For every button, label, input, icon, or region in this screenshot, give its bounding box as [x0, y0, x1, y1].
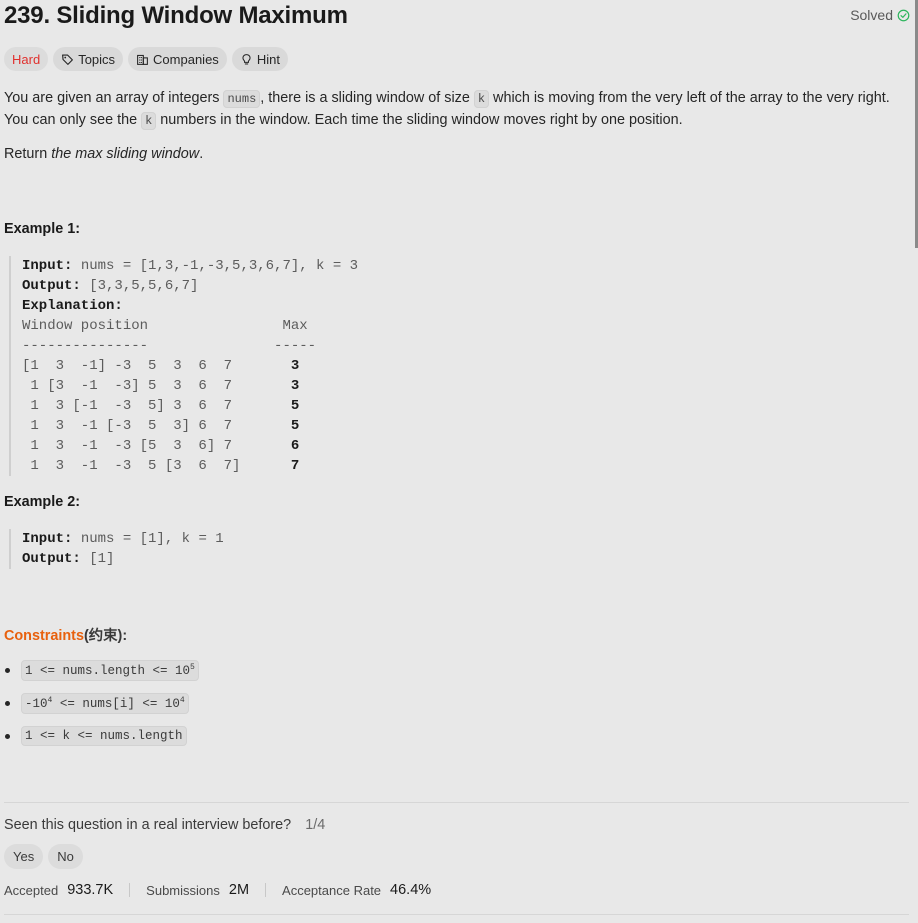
interview-fraction: 1/4 [305, 817, 326, 833]
companies-label: Companies [153, 51, 219, 67]
example-2-block: Input: nums = [1], k = 1 Output: [1] [9, 529, 224, 569]
difficulty-label: Hard [12, 51, 41, 67]
bullet [5, 668, 10, 674]
difficulty-badge: Hard [4, 47, 49, 71]
yes-button[interactable]: Yes [4, 844, 44, 869]
example-1-block: Input: nums = [1,3,-1,-3,5,3,6,7], k = 3… [9, 256, 358, 476]
hint-button[interactable]: Hint [231, 47, 288, 71]
window-row: 1 [3 -1 -3] 5 3 6 7 [22, 378, 233, 394]
accepted-label: Accepted [4, 882, 59, 898]
accepted-value: 933.7K [67, 882, 114, 898]
inline-code-k: k [141, 112, 157, 130]
lightbulb-icon [242, 53, 251, 64]
constraint-code: 1 <= nums.length <= 105 [21, 660, 199, 682]
problem-statement: You are given an array of integers nums,… [4, 88, 909, 132]
window-max: 7 [290, 458, 300, 474]
window-max: 6 [290, 438, 300, 454]
acceptance-rate-label: Acceptance Rate [282, 882, 382, 898]
check-circle-icon [897, 9, 910, 21]
interview-question-text: Seen this question in a real interview b… [4, 817, 292, 833]
tag-bar: Hard Topics Companies Hint [4, 47, 288, 71]
input-value: nums = [1], k = 1 [72, 531, 224, 547]
divider [4, 914, 909, 915]
topics-button[interactable]: Topics [53, 47, 124, 71]
constraint-code: 1 <= k <= nums.length [21, 726, 187, 746]
input-label: Input: [22, 258, 73, 274]
interview-question: Seen this question in a real interview b… [4, 817, 325, 833]
acceptance-rate-value: 46.4% [390, 882, 432, 898]
window-table-header: Window position Max [22, 318, 308, 334]
constraints-title: Constraints(约束): [4, 624, 127, 645]
constraints-heading-suffix: (约束): [83, 628, 128, 644]
interview-answer-buttons: Yes No [4, 844, 83, 869]
inline-code-k: k [473, 90, 490, 108]
window-max: 5 [290, 418, 300, 434]
solved-status: Solved [850, 7, 910, 23]
statement-text: numbers in the window. Each time the sli… [156, 112, 683, 128]
output-label: Output: [22, 551, 81, 567]
constraint-text: -10 [25, 697, 48, 712]
constraints-heading: Constraints [4, 628, 84, 644]
constraint-text: <= nums[i] <= 10 [52, 697, 180, 712]
input-label: Input: [22, 531, 73, 547]
window-max: 5 [290, 398, 300, 414]
example-1-title: Example 1: [4, 221, 80, 237]
stats-bar: Accepted 933.7K Submissions 2M Acceptanc… [4, 882, 431, 898]
return-text: . [199, 146, 204, 162]
tag-icon [62, 53, 74, 65]
example-2-title: Example 2: [4, 494, 80, 510]
constraint-exponent: 4 [179, 696, 185, 705]
constraint-code: -104 <= nums[i] <= 104 [21, 693, 189, 715]
divider [129, 883, 131, 897]
window-max: 3 [290, 358, 300, 374]
window-max: 3 [290, 378, 300, 394]
constraint-item: 1 <= k <= nums.length [4, 726, 187, 746]
constraint-exponent: 5 [190, 663, 195, 672]
window-row: [1 3 -1] -3 5 3 6 7 [22, 358, 233, 374]
constraint-text: 1 <= nums.length <= 10 [25, 664, 191, 679]
constraint-item: 1 <= nums.length <= 105 [4, 660, 199, 682]
statement-text: You are given an array of integers [4, 90, 224, 106]
submissions-label: Submissions [146, 882, 220, 898]
building-icon [137, 54, 148, 65]
companies-button[interactable]: Companies [128, 47, 227, 71]
explanation-label: Explanation: [22, 298, 123, 314]
no-button[interactable]: No [48, 844, 83, 869]
problem-title[interactable]: 239. Sliding Window Maximum [4, 2, 348, 30]
submissions-value: 2M [228, 882, 250, 898]
constraint-item: -104 <= nums[i] <= 104 [4, 693, 189, 715]
statement-text: , there is a sliding window of size [260, 90, 474, 106]
output-value: [1] [80, 551, 115, 567]
statement-paragraph: You are given an array of integers nums,… [4, 88, 909, 132]
topics-label: Topics [78, 51, 116, 67]
window-table-underline: --------------- ----- [22, 338, 317, 354]
return-text: Return [4, 146, 52, 162]
window-row: 1 3 -1 -3 5 [3 6 7] [22, 458, 241, 474]
inline-code-nums: nums [223, 90, 261, 108]
window-row: 1 3 [-1 -3 5] 3 6 7 [22, 398, 233, 414]
window-row: 1 3 -1 [-3 5 3] 6 7 [22, 418, 233, 434]
problem-description-panel: 239. Sliding Window Maximum Solved Hard … [0, 0, 918, 923]
divider [4, 802, 909, 803]
bullet [5, 701, 10, 707]
output-label: Output: [22, 278, 81, 294]
return-emphasis: the max sliding window [51, 146, 200, 162]
bullet [5, 733, 10, 739]
solved-label: Solved [850, 7, 893, 23]
window-row: 1 3 -1 -3 [5 3 6] 7 [22, 438, 233, 454]
divider [265, 883, 267, 897]
hint-label: Hint [256, 51, 280, 67]
return-statement: Return the max sliding window. [4, 146, 203, 162]
input-value: nums = [1,3,-1,-3,5,3,6,7], k = 3 [72, 258, 359, 274]
output-value: [3,3,5,5,6,7] [80, 278, 199, 294]
